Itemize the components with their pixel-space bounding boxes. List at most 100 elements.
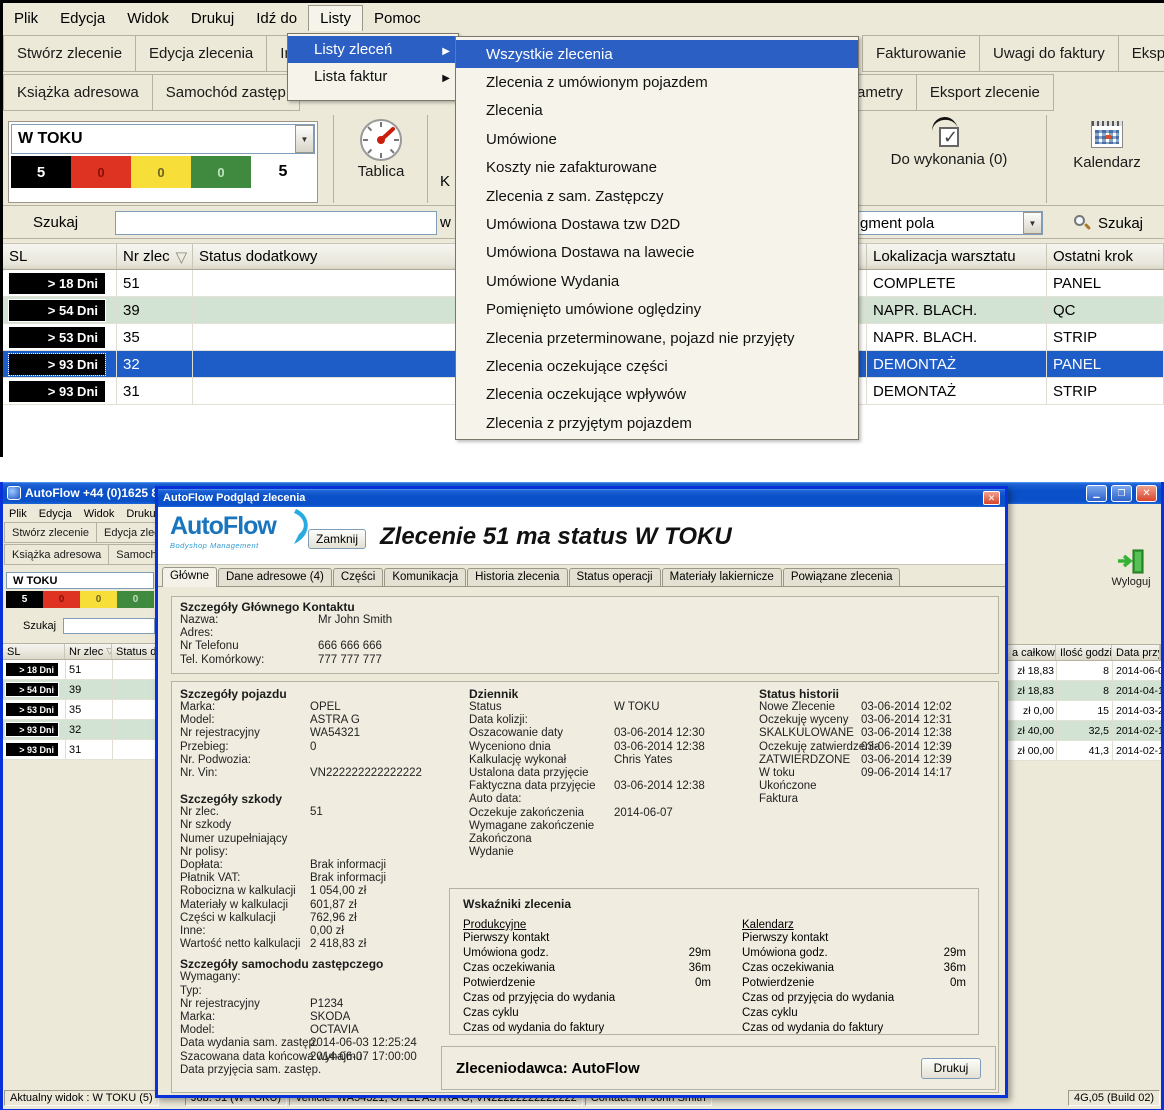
col-header-data[interactable]: Data przyj — [1112, 645, 1160, 660]
col-header-lokalizacja[interactable]: Lokalizacja warsztatu — [867, 244, 1047, 269]
col-header-ilosc-godzin[interactable]: Ilość godzin — [1056, 645, 1112, 660]
table-row[interactable]: > 54 Dni 39 — [3, 680, 161, 700]
table-row[interactable]: > 93 Dni 32 — [3, 720, 161, 740]
mini-table-body: > 18 Dni 51 > 54 Dni 39 > 53 Dni 35 — [3, 660, 161, 760]
search-field-dropdown[interactable]: gment pola — [855, 211, 1043, 235]
chevron-down-icon[interactable] — [295, 125, 314, 153]
menu-item[interactable]: Pomoc — [363, 6, 432, 31]
drukuj-button[interactable]: Drukuj — [921, 1058, 981, 1079]
toolbar-button[interactable]: Eksp — [1118, 35, 1164, 72]
menu-item[interactable]: Idź do — [245, 6, 308, 31]
minimize-button[interactable] — [1086, 485, 1107, 502]
toolbar-button[interactable]: Samochód zastęp — [152, 74, 300, 111]
chevron-down-icon[interactable] — [1023, 212, 1042, 234]
menu-item[interactable]: Lista faktur — [288, 63, 458, 90]
submenu-item[interactable]: Wszystkie zlecenia — [456, 40, 858, 68]
indicator-value: 36m — [669, 961, 711, 976]
toolbar-button[interactable]: Uwagi do faktury — [979, 35, 1119, 72]
cell-status — [112, 740, 161, 759]
search-button[interactable]: Szukaj — [1053, 210, 1163, 236]
status-filter-combo[interactable]: W TOKU — [11, 124, 315, 154]
tab[interactable]: Dane adresowe (4) — [218, 568, 332, 586]
toolbar-button[interactable]: Stwórz zlecenie — [3, 35, 136, 72]
submenu-item[interactable]: Umówione — [456, 125, 858, 153]
tab[interactable]: Główne — [162, 567, 217, 587]
field-value: 03-06-2014 12:39 — [861, 741, 952, 754]
submenu-item[interactable]: Umówiona Dostawa na lawecie — [456, 239, 858, 267]
popup-titlebar[interactable]: AutoFlow Podgląd zlecenia — [158, 489, 1005, 507]
table-row[interactable]: 00,00 zł 41,3 2014-02-19 — [1008, 741, 1161, 761]
gauge-icon — [358, 117, 404, 163]
search-input[interactable] — [115, 211, 437, 235]
tab[interactable]: Części — [333, 568, 384, 586]
menu-item[interactable]: Plik — [3, 506, 33, 522]
status-filter-combo-small[interactable]: W TOKU — [6, 572, 154, 589]
submenu-item[interactable]: Umówione Wydania — [456, 267, 858, 295]
tab[interactable]: Powiązane zlecenia — [783, 568, 901, 586]
table-row[interactable]: 18,83 zł 8 2014-06-03 — [1008, 661, 1161, 681]
toolbar-button[interactable]: Eksport zlecenie — [916, 74, 1054, 111]
maximize-button[interactable] — [1111, 485, 1132, 502]
toolbar-button[interactable]: Książka adresowa — [4, 544, 109, 565]
menu-item[interactable]: Edycja — [33, 506, 78, 522]
table-row[interactable]: 18,83 zł 8 2014-04-15 — [1008, 681, 1161, 701]
field-label: Auto data: — [469, 793, 614, 806]
menu-item[interactable]: Drukuj — [180, 6, 245, 31]
col-header-status[interactable]: Status dod — [112, 644, 160, 659]
table-row[interactable]: > 53 Dni 35 — [3, 700, 161, 720]
tab[interactable]: Materiały lakiernicze — [662, 568, 782, 586]
submenu-item[interactable]: Zlecenia — [456, 97, 858, 125]
col-header-sl[interactable]: SL — [3, 244, 117, 269]
table-row[interactable]: 0,00 zł 15 2014-03-25 — [1008, 701, 1161, 721]
table-row[interactable]: 40,00 zł 32,5 2014-02-19 — [1008, 721, 1161, 741]
menu-item[interactable]: Listy — [308, 5, 363, 31]
submenu-item[interactable]: Zlecenia oczekujące wpływów — [456, 381, 858, 409]
toolbar-button[interactable]: Książka adresowa — [3, 74, 153, 111]
kalendarz-button[interactable]: Kalendarz — [1051, 117, 1163, 171]
table-row[interactable]: > 93 Dni 31 — [3, 740, 161, 760]
close-button[interactable] — [1136, 485, 1157, 502]
col-header-ostatni-krok[interactable]: Ostatni krok — [1047, 244, 1164, 269]
submenu-item[interactable]: Zlecenia z sam. Zastępczy — [456, 182, 858, 210]
submenu-item[interactable]: Zlecenia z przyjętym pojazdem — [456, 409, 858, 437]
field-label: Nr. Podwozia: — [180, 754, 310, 767]
submenu-item[interactable]: Koszty nie zafakturowane — [456, 154, 858, 182]
field-value: 2 418,83 zł — [310, 938, 366, 951]
submenu-item[interactable]: Pomięnięto umówione oględziny — [456, 296, 858, 324]
field-label: Nowe Zlecenie — [759, 701, 861, 714]
do-wykonania-button[interactable]: ✓ Do wykonania (0) — [855, 117, 1043, 168]
toolbar-button[interactable]: Fakturowanie — [862, 35, 980, 72]
submenu-item[interactable]: Zlecenia przeterminowane, pojazd nie prz… — [456, 324, 858, 352]
popup-close-button[interactable] — [983, 491, 1000, 505]
menu-item[interactable]: Edycja — [49, 6, 116, 31]
table-row[interactable]: > 18 Dni 51 — [3, 660, 161, 680]
tab[interactable]: Komunikacja — [384, 568, 466, 586]
toolbar-button[interactable]: Edycja zlecenia — [135, 35, 267, 72]
menu-item[interactable]: Plik — [3, 6, 49, 31]
tablica-button[interactable]: Tablica — [339, 117, 423, 180]
cell-ilosc-godzin: 41,3 — [1056, 741, 1112, 760]
tab[interactable]: Status operacji — [569, 568, 661, 586]
menu-item[interactable]: Widok — [116, 6, 180, 31]
wyloguj-button[interactable]: Wyloguj — [1101, 548, 1161, 588]
submenu-item[interactable]: Zlecenia z umówionym pojazdem — [456, 68, 858, 96]
tablica-label: Tablica — [358, 163, 405, 180]
menu-item[interactable]: Listy zleceń — [288, 36, 458, 63]
zamknij-button[interactable]: Zamknij — [308, 529, 366, 549]
cell-lokalizacja: DEMONTAŻ — [867, 351, 1047, 377]
search-input-small[interactable] — [63, 618, 155, 634]
col-header-nr-zlec[interactable]: Nr zlec — [65, 644, 112, 659]
cell-status — [112, 660, 161, 679]
toolbar-button[interactable]: Stwórz zlecenie — [4, 522, 97, 543]
field-value: SKODA — [310, 1011, 350, 1024]
contact-rows: Nazwa:Mr John SmithAdres:Nr Telefonu666 … — [180, 614, 990, 667]
search-label: Szukaj — [33, 214, 78, 231]
submenu-item[interactable]: Umówiona Dostawa tzw D2D — [456, 210, 858, 238]
col-header-sl[interactable]: SL — [3, 644, 65, 659]
col-header-cena[interactable]: a całkow — [1008, 645, 1056, 660]
menu-item[interactable]: Widok — [78, 506, 121, 522]
col-header-nr-zlec[interactable]: Nr zlec — [117, 244, 193, 269]
submenu-item[interactable]: Zlecenia oczekujące części — [456, 352, 858, 380]
tab[interactable]: Historia zlecenia — [467, 568, 567, 586]
field-label: Oszacowanie daty — [469, 727, 614, 740]
